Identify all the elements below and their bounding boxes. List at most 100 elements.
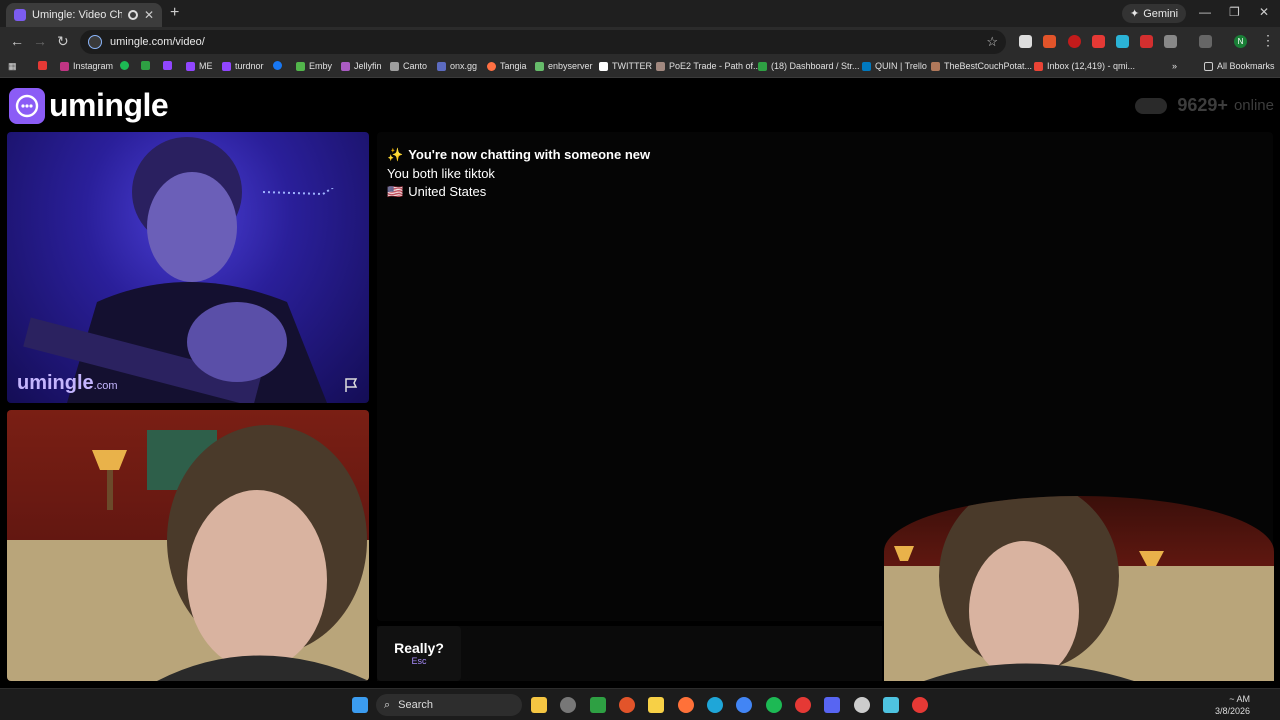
clock-date: 3/8/2026 (1214, 706, 1250, 716)
sparkles-icon: ✨ (387, 147, 404, 162)
extension-record-icon[interactable] (1068, 35, 1081, 48)
edge-icon[interactable] (707, 697, 723, 713)
bookmark-jellyfin[interactable]: Jellyfin (341, 61, 382, 71)
bookmark-dashboard[interactable]: (18) Dashboard / Str... (758, 61, 860, 71)
discord-icon[interactable] (824, 697, 840, 713)
close-window-icon[interactable]: ✕ (1259, 5, 1269, 19)
extension-k-icon[interactable] (1019, 35, 1032, 48)
address-bar[interactable]: umingle.com/video/ ☆ (80, 30, 1006, 54)
taskbar-search[interactable]: ⌕ Search (376, 694, 522, 716)
new-tab-button[interactable]: + (170, 4, 179, 22)
chat-message-input[interactable] (467, 626, 882, 681)
folder-icon (1204, 61, 1213, 71)
onx-icon (437, 61, 446, 71)
firefox-icon[interactable] (678, 697, 694, 713)
bookmark-gmail[interactable]: Inbox (12,419) - qmi... (1034, 61, 1135, 71)
twitch-icon (186, 61, 195, 71)
clock-app-icon[interactable] (560, 697, 576, 713)
extension-red-icon[interactable] (1140, 35, 1153, 48)
bookmark-twitch[interactable] (163, 61, 172, 70)
close-tab-icon[interactable]: ✕ (144, 8, 154, 22)
minimize-icon[interactable]: — (1199, 5, 1211, 19)
bookmark-onx[interactable]: onx.gg (437, 61, 477, 71)
search-icon: ⌕ (384, 698, 391, 711)
youtube-icon (38, 61, 47, 70)
bookmark-facebook[interactable] (273, 61, 282, 70)
bookmark-star-icon[interactable]: ☆ (986, 34, 998, 50)
umingle-logo[interactable]: umingle (9, 87, 169, 124)
skip-shortcut: Esc (411, 656, 427, 666)
canto-icon (390, 61, 399, 71)
bookmark-twitter[interactable]: TWITTER (599, 61, 652, 71)
bookmark-me[interactable]: ME (186, 61, 213, 71)
self-person (7, 425, 369, 681)
extension-fox-icon[interactable] (1043, 35, 1056, 48)
online-counter: 9629+ online (1135, 95, 1274, 116)
menu-dots-icon[interactable]: ⋮ (1261, 32, 1275, 49)
recording-icon (127, 10, 138, 20)
extension-translate-icon[interactable] (1116, 35, 1129, 48)
bookmark-poe2[interactable]: PoE2 Trade - Path of... (656, 61, 761, 71)
tab-strip: Umingle: Video Chat with S ✕ + ✦ Gemini … (0, 0, 1280, 27)
skip-button[interactable]: Really? Esc (377, 626, 461, 681)
tab-title: Umingle: Video Chat with S (32, 9, 122, 21)
stranger-location-message: 🇺🇸 United States (387, 184, 487, 199)
restore-icon[interactable]: ❐ (1229, 5, 1240, 19)
forward-icon[interactable]: → (33, 33, 47, 49)
extension-youtube-icon[interactable] (1092, 35, 1105, 48)
bookmark-spotify[interactable] (120, 61, 129, 70)
umingle-favicon-icon (14, 9, 26, 21)
jellyfin-icon (341, 61, 350, 71)
theme-toggle[interactable] (1135, 97, 1168, 114)
dashboard-icon (758, 61, 767, 71)
chat-bubble-icon (9, 87, 45, 124)
bookmark-canto[interactable]: Canto (390, 61, 427, 71)
capture-app-icon[interactable] (912, 697, 928, 713)
notepad-icon[interactable] (883, 697, 899, 713)
sparkle-icon: ✦ (1130, 8, 1140, 20)
extensions-puzzle-icon[interactable] (1164, 35, 1177, 48)
app-icon (141, 61, 150, 70)
chrome-icon[interactable] (736, 697, 752, 713)
bookmarks-bar: ▦ Instagram ME turdnor Emby Jellyfin Can… (0, 56, 1280, 78)
sidepanel-icon[interactable] (1199, 35, 1212, 48)
spotify-icon[interactable] (766, 697, 782, 713)
windows-taskbar: ⌕ Search ~ AM 3/8/2026 (0, 688, 1280, 720)
media-player-icon[interactable] (590, 697, 606, 713)
bookmark-instagram[interactable]: Instagram (60, 61, 113, 71)
bookmark-app[interactable] (141, 61, 150, 70)
bookmark-emby[interactable]: Emby (296, 61, 332, 71)
system-clock[interactable]: ~ AM 3/8/2026 (1215, 693, 1250, 717)
online-label: online (1233, 97, 1274, 114)
sticky-notes-icon[interactable] (648, 697, 664, 713)
instagram-icon (60, 61, 69, 71)
bookmark-couchpotato[interactable]: TheBestCouchPotat... (931, 61, 1032, 71)
clock-time: ~ AM (1229, 694, 1250, 704)
windows-start-icon[interactable] (352, 697, 368, 713)
bookmark-trello[interactable]: QUIN | Trello (862, 61, 927, 71)
all-bookmarks[interactable]: All Bookmarks (1204, 61, 1275, 71)
gemini-button[interactable]: ✦ Gemini (1122, 4, 1187, 23)
enbyserver-icon (535, 61, 544, 71)
bookmark-youtube[interactable] (38, 61, 47, 70)
site-info-icon[interactable] (88, 35, 102, 49)
browser-tab[interactable]: Umingle: Video Chat with S ✕ (6, 3, 162, 27)
profile-avatar[interactable]: N (1234, 35, 1247, 48)
stranger-person (23, 137, 327, 403)
apps-grid-icon[interactable]: ▦ (8, 61, 17, 72)
file-explorer-icon[interactable] (531, 697, 547, 713)
opera-icon[interactable] (795, 697, 811, 713)
report-flag-icon[interactable] (343, 377, 359, 393)
bookmark-turdnor[interactable]: turdnor (222, 61, 264, 71)
emby-icon (296, 61, 305, 71)
bookmark-enbyserver[interactable]: enbyserver (535, 61, 593, 71)
back-icon[interactable]: ← (10, 33, 24, 49)
settings-gear-icon[interactable] (854, 697, 870, 713)
fox-app-icon[interactable] (619, 697, 635, 713)
bookmarks-overflow-icon[interactable]: » (1172, 61, 1177, 71)
logo-text: umingle (49, 87, 169, 123)
reload-icon[interactable]: ↻ (57, 33, 69, 50)
bookmark-tangia[interactable]: Tangia (487, 61, 527, 71)
chat-status-message: ✨ You're now chatting with someone new (387, 147, 651, 162)
twitch-icon (163, 61, 172, 70)
